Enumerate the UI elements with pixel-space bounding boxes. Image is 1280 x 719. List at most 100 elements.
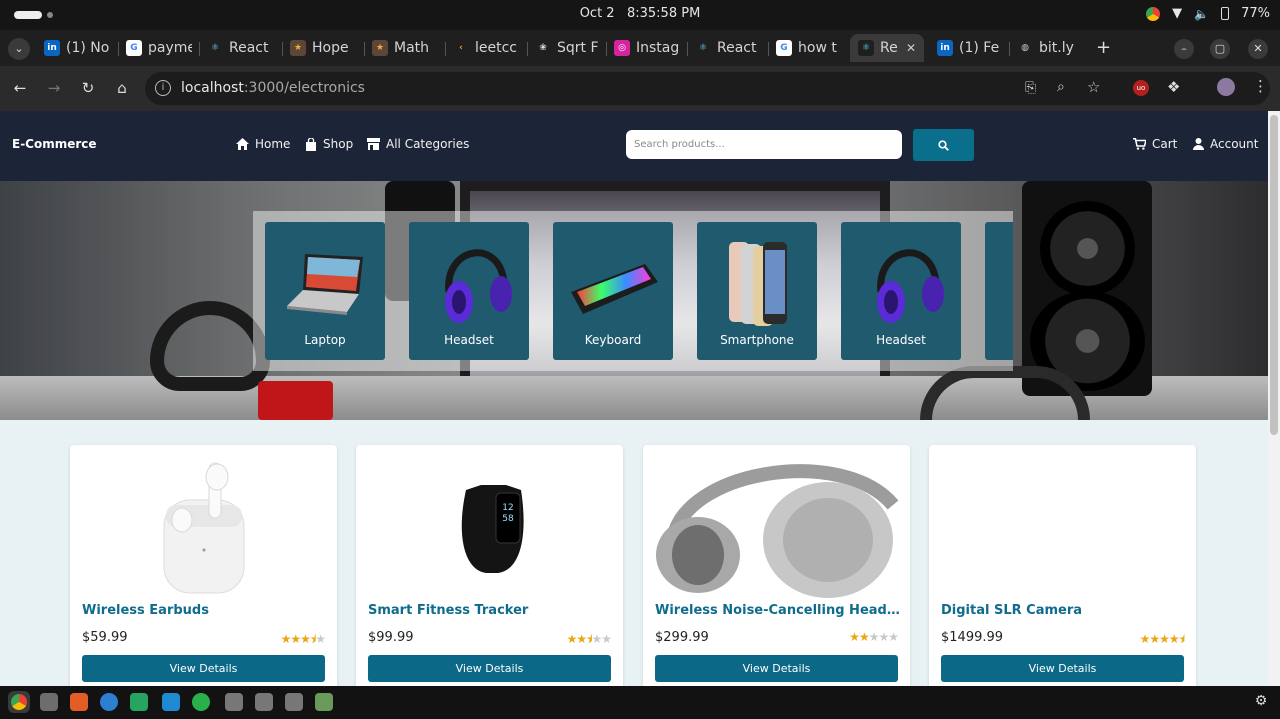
brand-logo[interactable]: E-Commerce [12, 137, 97, 151]
tab-search-button[interactable]: ⌄ [8, 38, 30, 60]
star-icon: ⯨ [1178, 632, 1185, 646]
category-label: Laptop [304, 333, 346, 347]
view-details-button[interactable]: View Details [82, 655, 325, 682]
address-bar[interactable]: i localhost:3000/electronics ⎘ ⌕ ☆ uo ❖ … [145, 72, 1270, 105]
terminal-icon[interactable] [130, 693, 148, 711]
app-icon[interactable] [285, 693, 303, 711]
battery-icon[interactable] [1221, 7, 1230, 20]
browser-tab[interactable]: ⚛ Re ✕ [850, 34, 924, 62]
browser-tab[interactable]: ⚛ React [207, 34, 273, 62]
tab-separator [199, 42, 200, 56]
tab-separator [527, 42, 528, 56]
category-label: Keyboard [584, 333, 642, 347]
tab-label: Re [880, 40, 898, 56]
category-card-headset[interactable]: Headset [841, 222, 961, 360]
product-title[interactable]: Wireless Earbuds [82, 603, 328, 618]
category-card-partial[interactable] [985, 222, 1013, 360]
account-link[interactable]: Account [1193, 137, 1258, 151]
scrollbar-thumb[interactable] [1270, 115, 1278, 435]
browser-tab[interactable]: in (1) No [44, 34, 110, 62]
forward-button[interactable]: → [44, 78, 64, 98]
product-card[interactable]: Digital SLR Camera $1499.99 ★★★★⯨ View D… [929, 445, 1196, 695]
profile-avatar[interactable] [1217, 78, 1235, 96]
chrome-taskbar-icon[interactable] [8, 691, 30, 713]
volume-icon[interactable]: 🔈 [1194, 7, 1209, 21]
star-icon: ★ [1168, 632, 1180, 646]
page-scrollbar[interactable] [1268, 111, 1280, 686]
new-tab-button[interactable]: + [1096, 37, 1111, 58]
restore-button[interactable]: ▢ [1210, 39, 1230, 59]
nav-home-link[interactable]: Home [236, 137, 290, 151]
product-price: $1499.99 [941, 630, 1004, 645]
ublock-extension-icon[interactable]: uo [1133, 80, 1149, 96]
menu-kebab-icon[interactable]: ⋮ [1253, 77, 1268, 95]
site-info-icon[interactable]: i [155, 80, 171, 96]
shopping-bag-icon [306, 137, 316, 151]
smartphone-image [729, 242, 787, 326]
red-object-decor [258, 381, 333, 420]
close-tab-icon[interactable]: ✕ [906, 41, 916, 55]
clock[interactable]: Oct 2 8:35:58 PM [0, 6, 1280, 21]
speaker-right [1022, 181, 1152, 396]
browser-tab[interactable]: ⚛ React [695, 34, 761, 62]
product-title[interactable]: Wireless Noise-Cancelling Headphones [655, 603, 901, 618]
reload-button[interactable]: ↻ [78, 78, 98, 98]
star-icon: ★ [878, 630, 889, 644]
browser-tab[interactable]: ❀ Sqrt F [535, 34, 601, 62]
bookmark-star-icon[interactable]: ☆ [1087, 78, 1100, 96]
cart-link[interactable]: Cart [1133, 137, 1177, 151]
install-app-icon[interactable]: ⎘ [1025, 80, 1036, 96]
product-card[interactable]: 12 58 Smart Fitness Tracker $99.99 ★★⯨★★… [356, 445, 623, 695]
category-carousel[interactable]: Laptop Headset Keyboard Smartphone Heads… [253, 211, 1013, 371]
whatsapp-icon[interactable] [192, 693, 210, 711]
product-card[interactable]: Wireless Earbuds $59.99 ★★★⯨★ View Detai… [70, 445, 337, 695]
nav-shop-link[interactable]: Shop [305, 137, 353, 151]
help-icon[interactable] [100, 693, 118, 711]
view-details-button[interactable]: View Details [368, 655, 611, 682]
os-top-bar: Oct 2 8:35:58 PM ▼ 🔈 77% [0, 0, 1280, 30]
home-button[interactable]: ⌂ [112, 78, 132, 98]
browser-tab[interactable]: ★ Hope [290, 34, 356, 62]
wifi-icon[interactable]: ▼ [1172, 6, 1182, 21]
search-input[interactable] [626, 130, 902, 159]
search-button[interactable] [913, 129, 974, 161]
earbuds-image [163, 462, 245, 594]
product-card[interactable]: Wireless Noise-Cancelling Headphones $29… [643, 445, 910, 695]
browser-tab[interactable]: ‹ leetcc [453, 34, 519, 62]
files-icon[interactable] [40, 693, 58, 711]
settings-gear-icon[interactable]: ⚙ [1252, 693, 1270, 711]
product-title[interactable]: Smart Fitness Tracker [368, 603, 614, 618]
tab-label: React [717, 40, 757, 56]
tab-label: Math [394, 40, 430, 56]
category-card-laptop[interactable]: Laptop [265, 222, 385, 360]
product-price: $299.99 [655, 630, 709, 645]
home-icon [236, 138, 249, 150]
category-card-keyboard[interactable]: Keyboard [553, 222, 673, 360]
back-button[interactable]: ← [10, 78, 30, 98]
cart-icon [1133, 138, 1146, 150]
browser-tab[interactable]: in (1) Fe [937, 34, 1003, 62]
nav-categories-link[interactable]: All Categories [367, 137, 469, 151]
close-window-button[interactable]: ✕ [1248, 39, 1268, 59]
app-icon[interactable] [225, 693, 243, 711]
category-card-smartphone[interactable]: Smartphone [697, 222, 817, 360]
view-details-button[interactable]: View Details [655, 655, 898, 682]
app-icon[interactable] [315, 693, 333, 711]
browser-tab[interactable]: ◍ bit.ly [1017, 34, 1083, 62]
extensions-icon[interactable]: ❖ [1167, 78, 1180, 96]
view-details-button[interactable]: View Details [941, 655, 1184, 682]
browser-tab[interactable]: ◎ Instag [614, 34, 680, 62]
zoom-icon[interactable]: ⌕ [1057, 79, 1065, 95]
minimize-button[interactable]: – [1174, 39, 1194, 59]
browser-tab[interactable]: Ghow t [776, 34, 842, 62]
app-icon[interactable] [255, 693, 273, 711]
browser-tab[interactable]: Gpayme [126, 34, 192, 62]
category-card-headset[interactable]: Headset [409, 222, 529, 360]
tab-label: leetcc [475, 40, 517, 56]
browser-tab[interactable]: ★ Math [372, 34, 438, 62]
app-store-icon[interactable] [70, 693, 88, 711]
cart-label: Cart [1152, 137, 1178, 151]
product-title[interactable]: Digital SLR Camera [941, 603, 1187, 618]
chrome-profile-icon[interactable] [1146, 6, 1161, 21]
vscode-icon[interactable] [162, 693, 180, 711]
